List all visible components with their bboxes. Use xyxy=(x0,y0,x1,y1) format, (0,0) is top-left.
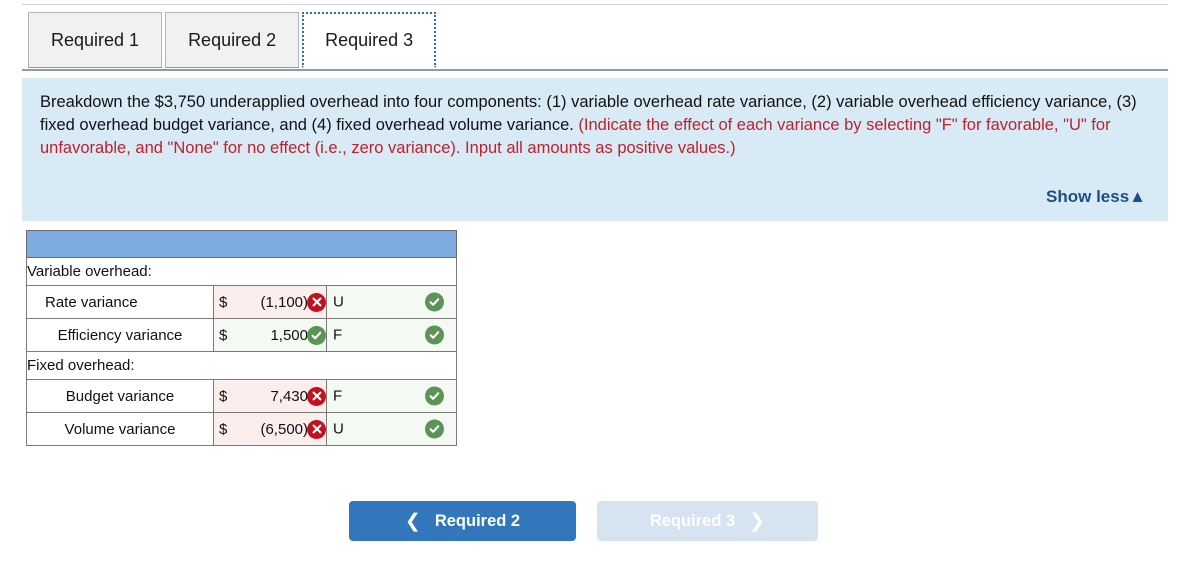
show-less-label: Show less xyxy=(1046,187,1130,206)
currency-symbol: $ xyxy=(219,387,228,405)
amount-value: 1,500 xyxy=(270,326,308,344)
effect-value: U xyxy=(333,420,344,438)
table-header-cell xyxy=(26,230,457,258)
section-label-variable-overhead: Variable overhead: xyxy=(26,257,457,286)
correct-icon xyxy=(425,419,444,439)
tab-label: Required 1 xyxy=(51,29,140,50)
table-row: Rate variance $ (1,100) U xyxy=(26,285,457,319)
table-row: Efficiency variance $ 1,500 F xyxy=(26,318,457,352)
amount-cell-volume-variance[interactable]: $ (6,500) xyxy=(213,412,327,446)
currency-symbol: $ xyxy=(219,293,228,311)
effect-value: U xyxy=(333,293,344,311)
correct-icon xyxy=(425,325,444,345)
chevron-right-icon: ❯ xyxy=(749,510,766,532)
table-row: Budget variance $ 7,430 F xyxy=(26,379,457,413)
next-required-button: Required 3 ❯ xyxy=(597,501,818,541)
next-required-label: Required 3 xyxy=(649,511,736,530)
tab-required-2[interactable]: Required 2 xyxy=(165,12,300,68)
top-divider xyxy=(22,4,1168,5)
chevron-left-icon: ❮ xyxy=(404,510,421,532)
tab-required-3[interactable]: Required 3 xyxy=(302,12,437,68)
table-header-row xyxy=(26,230,457,258)
effect-cell-volume-variance[interactable]: U xyxy=(326,412,457,446)
incorrect-icon xyxy=(307,292,326,312)
row-label-efficiency-variance: Efficiency variance xyxy=(26,318,214,352)
incorrect-icon xyxy=(307,419,326,439)
section-label-fixed-overhead: Fixed overhead: xyxy=(26,351,457,380)
triangle-up-icon: ▲ xyxy=(1129,187,1146,206)
instruction-text: Breakdown the $3,750 underapplied overhe… xyxy=(40,91,1148,160)
currency-symbol: $ xyxy=(219,326,228,344)
amount-value: (6,500) xyxy=(260,420,308,438)
amount-cell-budget-variance[interactable]: $ 7,430 xyxy=(213,379,327,413)
row-label-budget-variance: Budget variance xyxy=(26,379,214,413)
amount-value: (1,100) xyxy=(260,293,308,311)
instruction-panel: Breakdown the $3,750 underapplied overhe… xyxy=(22,78,1168,221)
effect-cell-efficiency-variance[interactable]: F xyxy=(326,318,457,352)
show-less-toggle[interactable]: Show less▲ xyxy=(1046,187,1146,207)
tab-strip: Required 1 Required 2 Required 3 xyxy=(28,12,439,70)
tab-label: Required 2 xyxy=(188,29,277,50)
amount-cell-efficiency-variance[interactable]: $ 1,500 xyxy=(213,318,327,352)
correct-icon xyxy=(425,292,444,312)
effect-value: F xyxy=(333,387,343,405)
currency-symbol: $ xyxy=(219,420,228,438)
table-row: Volume variance $ (6,500) U xyxy=(26,412,457,446)
effect-value: F xyxy=(333,326,343,344)
correct-icon xyxy=(307,325,326,345)
previous-required-label: Required 2 xyxy=(434,511,521,530)
table-row: Variable overhead: xyxy=(26,257,457,286)
row-label-volume-variance: Volume variance xyxy=(26,412,214,446)
amount-value: 7,430 xyxy=(270,387,308,405)
amount-cell-rate-variance[interactable]: $ (1,100) xyxy=(213,285,327,319)
tab-label: Required 3 xyxy=(325,29,414,50)
navigation-buttons: ❮ Required 2 Required 3 ❯ xyxy=(349,501,818,541)
variance-answer-table: Variable overhead: Rate variance $ (1,10… xyxy=(26,230,457,446)
row-label-rate-variance: Rate variance xyxy=(26,285,214,319)
tab-required-1[interactable]: Required 1 xyxy=(28,12,163,68)
effect-cell-budget-variance[interactable]: F xyxy=(326,379,457,413)
previous-required-button[interactable]: ❮ Required 2 xyxy=(349,501,576,541)
tab-strip-underline xyxy=(22,69,1168,71)
incorrect-icon xyxy=(307,386,326,406)
table-row: Fixed overhead: xyxy=(26,351,457,380)
correct-icon xyxy=(425,386,444,406)
effect-cell-rate-variance[interactable]: U xyxy=(326,285,457,319)
